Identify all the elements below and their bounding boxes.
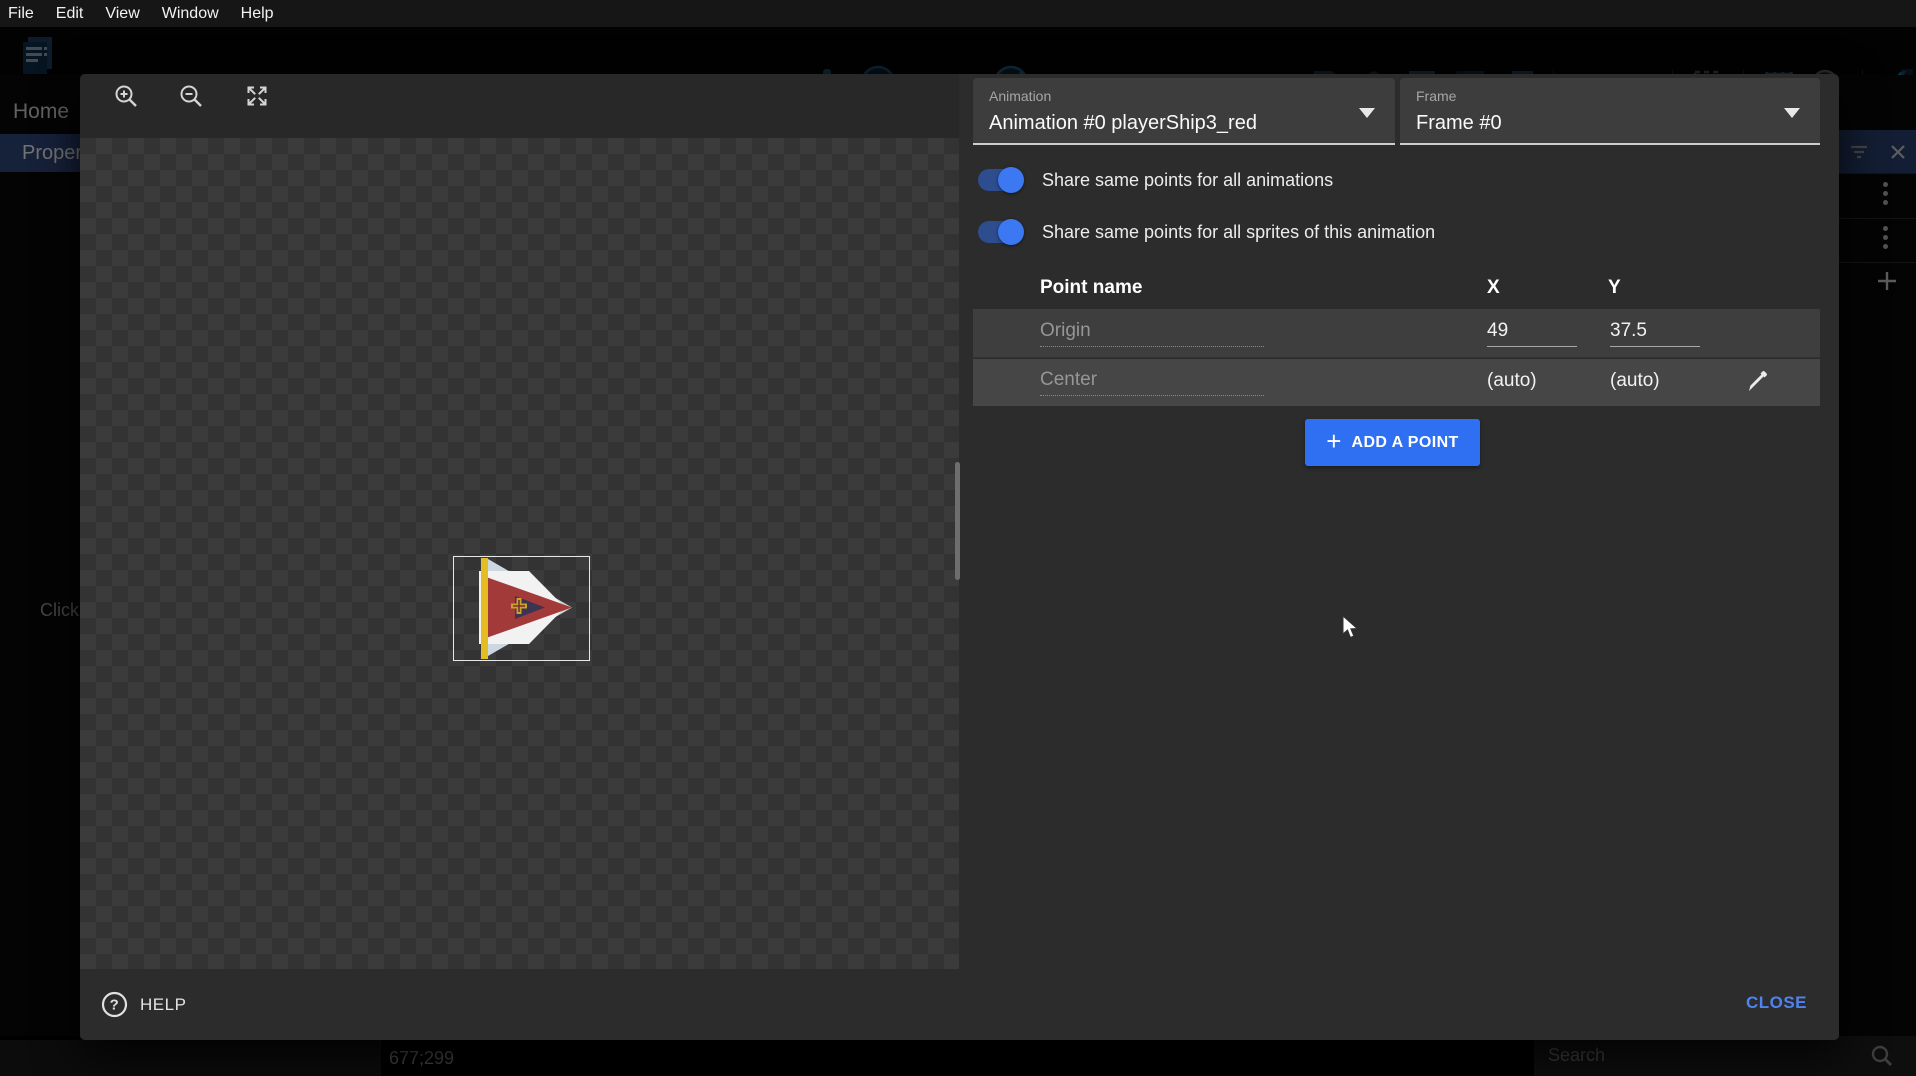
toggle-row: Share same points for all animations xyxy=(978,165,1333,195)
animation-select-value: Animation #0 playerShip3_red xyxy=(989,112,1257,135)
svg-text:?: ? xyxy=(110,997,120,1014)
frame-select-label: Frame xyxy=(1416,88,1456,104)
menu-view[interactable]: View xyxy=(94,0,150,27)
column-header-x: X xyxy=(1487,277,1500,299)
chevron-down-icon xyxy=(1784,108,1800,118)
help-label: HELP xyxy=(140,995,186,1015)
point-x-field[interactable]: (auto) xyxy=(1487,370,1577,396)
sprite-canvas[interactable] xyxy=(80,138,959,969)
mouse-cursor xyxy=(1341,615,1363,639)
point-x-field[interactable]: 49 xyxy=(1487,320,1577,347)
column-header-name: Point name xyxy=(1040,277,1142,299)
point-y-field[interactable]: 37.5 xyxy=(1610,320,1700,347)
point-y-field[interactable]: (auto) xyxy=(1610,370,1700,396)
toggle-row: Share same points for all sprites of thi… xyxy=(978,217,1435,247)
edit-points-dialog: Animation Animation #0 playerShip3_red F… xyxy=(80,74,1839,1040)
zoom-out-icon[interactable] xyxy=(178,83,204,109)
menu-edit[interactable]: Edit xyxy=(45,0,95,27)
table-row-origin[interactable]: Origin 49 37.5 xyxy=(973,309,1820,358)
dialog-footer: ? HELP CLOSE xyxy=(80,969,1839,1040)
screen: PREVIEW PUBLISH xyxy=(0,0,1916,1076)
canvas-toolbar xyxy=(80,74,959,138)
help-icon: ? xyxy=(101,991,128,1018)
frame-select[interactable]: Frame Frame #0 xyxy=(1400,78,1820,145)
share-points-all-animations-toggle[interactable] xyxy=(978,169,1022,191)
point-name-field[interactable]: Center xyxy=(1040,369,1264,396)
help-button[interactable]: ? HELP xyxy=(101,991,186,1018)
add-point-button[interactable]: + ADD A POINT xyxy=(1305,419,1480,466)
menu-bar: File Edit View Window Help xyxy=(0,0,1916,27)
chevron-down-icon xyxy=(1359,108,1375,118)
zoom-in-icon[interactable] xyxy=(113,83,139,109)
table-row-center[interactable]: Center (auto) (auto) xyxy=(973,359,1820,406)
plus-icon: + xyxy=(1326,431,1341,451)
fit-to-view-icon[interactable] xyxy=(244,83,270,109)
sprite-player-ship[interactable] xyxy=(453,556,590,661)
toggle-label: Share same points for all animations xyxy=(1042,170,1333,191)
menu-window[interactable]: Window xyxy=(151,0,230,27)
frame-select-value: Frame #0 xyxy=(1416,112,1502,135)
close-button[interactable]: CLOSE xyxy=(1746,993,1807,1013)
animation-select[interactable]: Animation Animation #0 playerShip3_red xyxy=(973,78,1395,145)
menu-file[interactable]: File xyxy=(0,0,45,27)
toggle-label: Share same points for all sprites of thi… xyxy=(1042,222,1435,243)
canvas-scrollbar[interactable] xyxy=(955,462,960,580)
menu-help[interactable]: Help xyxy=(230,0,285,27)
column-header-y: Y xyxy=(1608,277,1621,299)
animation-select-label: Animation xyxy=(989,88,1051,104)
edit-pencil-icon[interactable] xyxy=(1743,369,1769,395)
share-points-all-sprites-toggle[interactable] xyxy=(978,221,1022,243)
point-name-field[interactable]: Origin xyxy=(1040,320,1264,347)
